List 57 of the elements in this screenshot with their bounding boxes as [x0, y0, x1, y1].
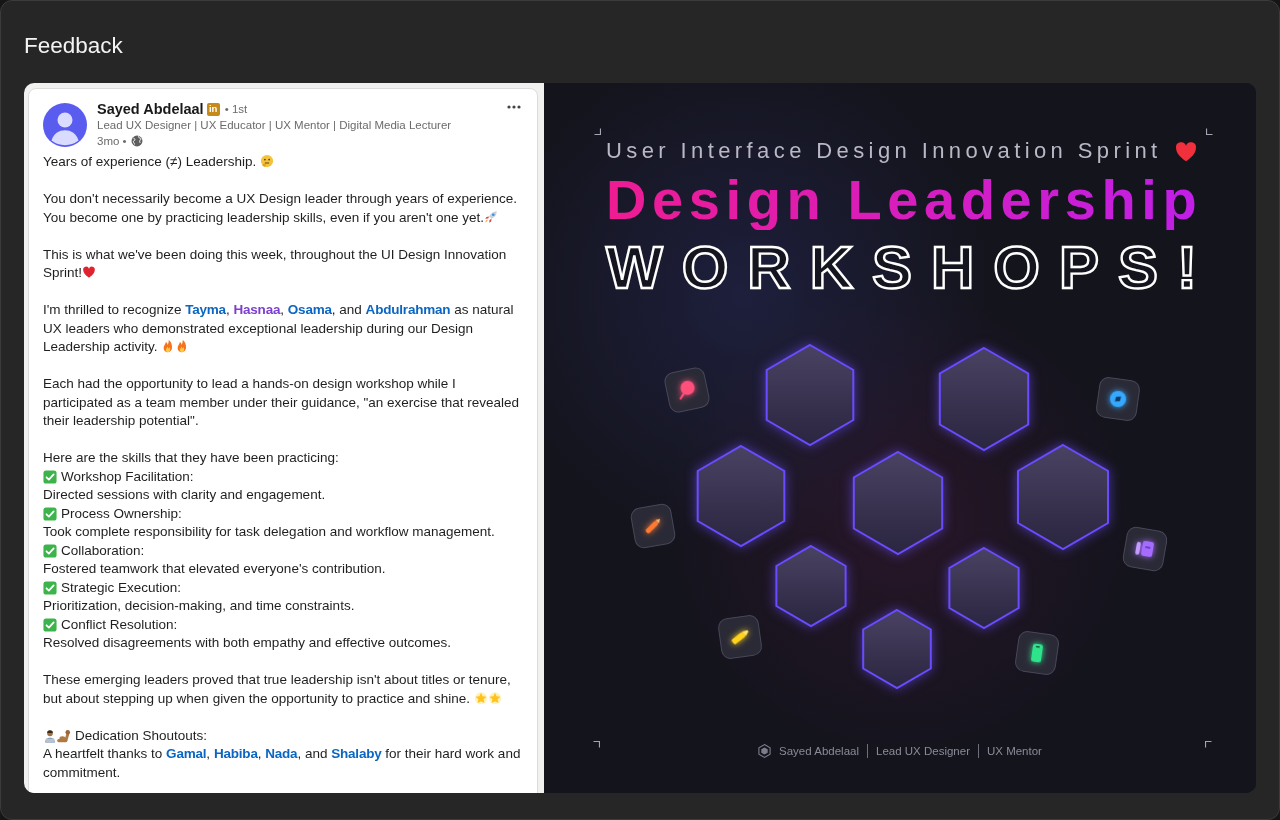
hexagon-icon: [758, 744, 772, 758]
check-box-icon: [43, 617, 57, 632]
premium-badge: in: [206, 102, 220, 116]
person-at-laptop-icon: [43, 728, 57, 743]
post-paragraph: Each had the opportunity to lead a hands-on design workshop while I participated as a team member under their guidance, "an exercise that revealed their leadership potential".: [43, 375, 521, 430]
glowing-star-icon: [473, 690, 488, 705]
corner-bracket-icon: [1206, 128, 1213, 135]
window-title: Feedback: [24, 32, 123, 60]
post-paragraph: These emerging leaders proved that true leadership isn't about titles or tenure, but about stepping up when given the opportunity to practice and shine.: [43, 671, 512, 708]
rocket-icon: [484, 209, 499, 224]
mention-link[interactable]: Habiba: [213, 746, 258, 761]
post-paragraph: You don't necessarily become a UX Design leader through years of experience. You become one by practicing leadership skills, even if you aren't one yet.: [43, 190, 519, 227]
mention-link[interactable]: Osama: [287, 302, 332, 317]
skill-description: Prioritization, decision-making, and time constraints.: [43, 597, 356, 615]
skill-description: Fostered teamwork that elevated everyone's contribution.: [43, 560, 387, 578]
corner-bracket-icon: [1205, 741, 1212, 748]
poster-credit: UX Mentor: [986, 744, 1042, 759]
heart-icon: [82, 265, 97, 279]
list-intro: Here are the skills that they have been practicing:: [43, 449, 340, 467]
check-box-icon: [43, 506, 57, 521]
post-paragraph: I'm thrilled to recognize Tayma, Hasnaa, Osama, and Abdulrahman as natural UX leaders who demonstrated exceptional leadership during our Design Leadership activity.: [43, 301, 515, 356]
shoutout-title: Dedication Shoutouts:: [75, 726, 208, 745]
more-icon: [507, 105, 521, 109]
poster-subtitle: WORKSHOPS!: [606, 236, 1217, 300]
thinking-face-icon: [260, 154, 275, 168]
check-box-icon: [43, 543, 57, 558]
skill-title: Workshop Facilitation:: [61, 467, 194, 486]
skill-title: Collaboration:: [61, 541, 145, 560]
corner-bracket-icon: [593, 741, 600, 748]
post-paragraph: This is what we've been doing this week, throughout the UI Design Innovation Sprint!: [43, 245, 508, 282]
heart-icon: [1174, 140, 1198, 162]
skill-title: Process Ownership:: [61, 504, 182, 523]
mention-link[interactable]: Abdulrahman: [365, 302, 451, 317]
check-box-icon: [43, 580, 57, 595]
mention-link[interactable]: Tayma: [185, 302, 226, 317]
skill-description: Resolved disagreements with both empathy and effective outcomes.: [43, 634, 452, 652]
glowing-star-icon: [487, 690, 502, 705]
check-box-icon: [43, 469, 57, 484]
skill-description: Took complete responsibility for task delegation and workflow management.: [43, 523, 496, 541]
corner-bracket-icon: [594, 128, 601, 135]
mention-link[interactable]: Shalaby: [331, 746, 382, 761]
author-name[interactable]: Sayed Abdelaal: [97, 101, 204, 117]
globe-icon: [130, 134, 143, 147]
skill-title: Strategic Execution:: [61, 578, 182, 597]
avatar: [43, 103, 87, 147]
poster-credit: Lead UX Designer: [876, 744, 970, 759]
flexed-arm-icon: [57, 728, 71, 743]
author-headline: Lead UX Designer | UX Educator | UX Mentor | Digital Media Lecturer: [97, 118, 453, 133]
poster-kicker: User Interface Design Innovation Sprint: [606, 138, 1162, 164]
post-paragraph: A heartfelt thanks to Gamal, Habiba, Nada, and Shalaby for their hard work and commitment.: [43, 745, 522, 782]
poster-credit: Sayed Abdelaal: [779, 744, 859, 759]
connection-degree: • 1st: [224, 103, 248, 115]
post-paragraph: Years of experience (≠) Leadership.: [43, 153, 524, 172]
post-time: 3mo •: [97, 134, 127, 147]
more-options-button[interactable]: [505, 105, 523, 109]
skill-title: Conflict Resolution:: [61, 615, 178, 634]
skill-description: Directed sessions with clarity and engagement.: [43, 486, 327, 504]
